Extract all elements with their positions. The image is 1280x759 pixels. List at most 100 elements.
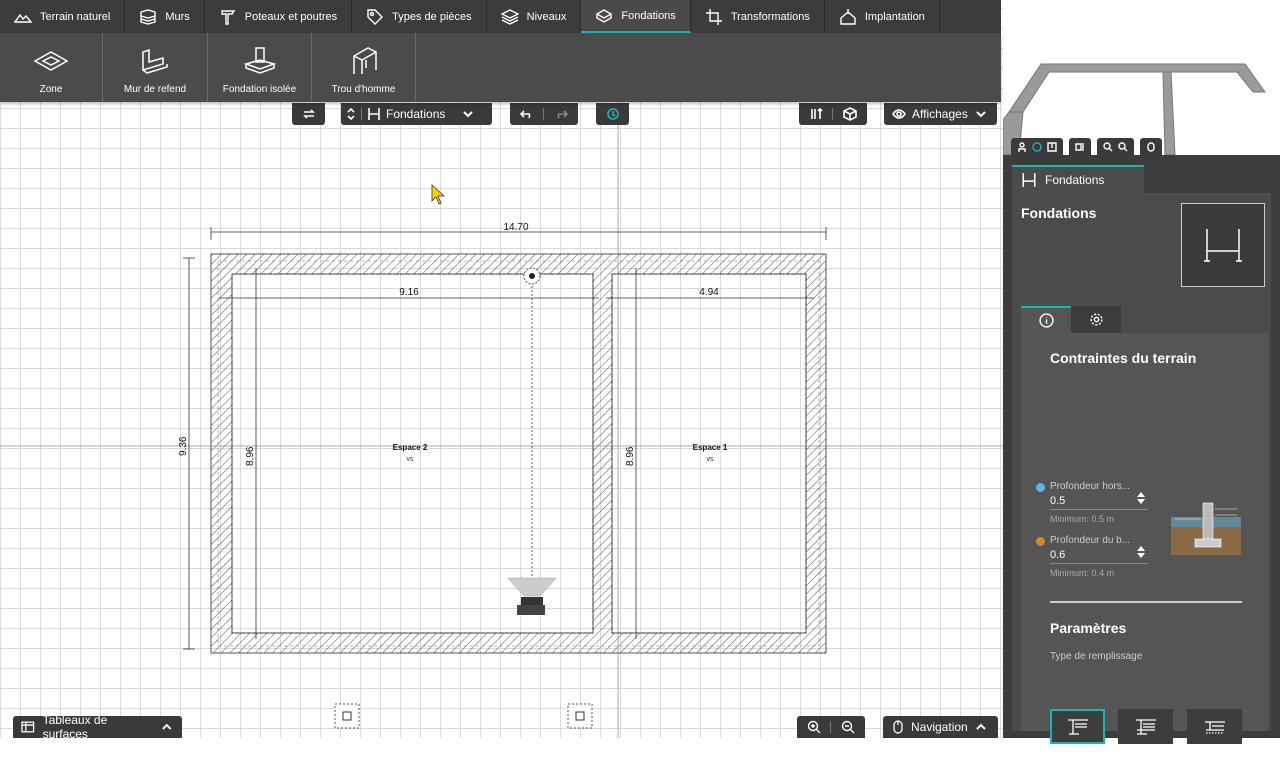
section-divider (1050, 601, 1242, 603)
tab-settings[interactable] (1071, 306, 1121, 333)
crawlspace-icon (1067, 718, 1088, 735)
3d-view-button[interactable] (833, 103, 867, 125)
terrain-icon (14, 13, 32, 23)
anchor-marker-icon[interactable] (567, 703, 593, 729)
beam-icon (221, 9, 236, 25)
plan-icon (1047, 141, 1057, 152)
info-section: Contraintes du terrain Profondeur hors..… (1021, 333, 1268, 758)
isolated-foundation-icon (243, 47, 276, 74)
layers-icon (500, 8, 519, 25)
zoom-out-icon (841, 720, 855, 734)
crop-icon (705, 8, 722, 25)
camera-icon[interactable] (507, 577, 557, 615)
tab-niveaux[interactable]: Niveaux (487, 0, 582, 33)
displays-label: Affichages (912, 107, 968, 121)
dim-room2-width: 9.16 (399, 287, 419, 298)
tool-zone[interactable]: Zone (0, 33, 103, 102)
fill-option-terre-plein[interactable] (1187, 709, 1242, 744)
drawing-canvas[interactable]: 14.70 9.16 4.94 9.36 8.96 8.96 Espace 2 … (0, 0, 1003, 738)
dim-room1-width: 4.94 (699, 287, 719, 298)
preview-zoom-group[interactable] (1097, 138, 1134, 155)
foundation-depth-diagram (1171, 502, 1241, 555)
redo-button[interactable] (544, 103, 578, 125)
section-parameters-title: Paramètres (1050, 620, 1127, 636)
dim-room2-height: 8.96 (245, 446, 256, 466)
tab-murs[interactable]: Murs (125, 0, 205, 33)
chevron-down-icon (463, 111, 473, 118)
sort-levels-icon (810, 107, 823, 119)
fill-option-vide-sanitaire[interactable] (1050, 709, 1105, 744)
outer-wall[interactable] (210, 253, 827, 654)
tool-trou-dhomme[interactable]: Trou d'homme (312, 33, 416, 102)
3d-frame-illustration (1003, 63, 1280, 155)
gear-icon (1089, 313, 1103, 326)
stepper-icon[interactable] (1136, 545, 1146, 559)
tab-fondations[interactable]: Fondations (581, 0, 691, 33)
surfaces-table-button[interactable]: Tableaux de surfaces (13, 713, 182, 738)
main-tabs: Terrain naturel Murs Poteaux et poutres … (0, 0, 1001, 33)
dim-total-width: 14.70 (503, 222, 528, 233)
depth-frost-field[interactable]: Profondeur hors... 0.5 Minimum: 0.5 m (1050, 481, 1148, 524)
foundation-icon (1022, 173, 1036, 187)
levels-icon (1075, 142, 1084, 151)
levels-button[interactable] (799, 103, 832, 125)
right-panel: Fondations Fondations Contraintes du ter… (1003, 0, 1280, 758)
tool-fondation-isolee[interactable]: Fondation isolée (208, 33, 312, 102)
tab-implantation[interactable]: Implantation (825, 0, 940, 33)
navigation-label: Navigation (911, 720, 968, 734)
zoom-in-button[interactable] (797, 720, 830, 734)
north-marker-icon[interactable] (334, 703, 360, 729)
swap-button[interactable] (292, 103, 325, 125)
room2-name[interactable]: Espace 2 (393, 443, 428, 452)
foundation-tools: Zone Mur de refend Fondation isolée Trou… (0, 33, 1001, 102)
mouse-icon (893, 720, 903, 734)
tag-icon (367, 8, 384, 25)
room1-name[interactable]: Espace 1 (693, 443, 728, 452)
tab-types-pieces[interactable]: Types de pièces (352, 0, 487, 33)
room1-type: vs (707, 456, 715, 463)
3d-preview[interactable] (1003, 0, 1280, 155)
snap-button[interactable] (596, 103, 629, 125)
fill-type-label: Type de remplissage (1050, 651, 1143, 662)
foundation-icon (595, 8, 613, 23)
depth-base-field[interactable]: Profondeur du b... 0.6 Minimum: 0.4 m (1050, 535, 1148, 578)
tab-info[interactable] (1021, 306, 1071, 333)
fill-label-vide-technique: Vide technique (1113, 748, 1178, 758)
mode-select[interactable]: Fondations (341, 103, 492, 125)
fill-label-terre-plein: Terre-plein (1191, 748, 1238, 758)
tab-terrain-naturel[interactable]: Terrain naturel (0, 0, 126, 33)
displays-dropdown[interactable]: Affichages (884, 103, 997, 125)
zoom-out-button[interactable] (831, 720, 865, 734)
mouse-icon (1147, 141, 1155, 152)
bricks-icon (140, 8, 157, 25)
preview-view-group[interactable] (1011, 138, 1063, 155)
slab-on-grade-icon (1204, 720, 1225, 734)
tab-poteaux-poutres[interactable]: Poteaux et poutres (205, 0, 353, 33)
preview-navigation-button[interactable] (1140, 138, 1162, 155)
surfaces-label: Tableaux de surfaces (42, 713, 108, 738)
panel-tab-fondations[interactable]: Fondations (1012, 165, 1144, 193)
redo-icon (557, 110, 568, 119)
dim-total-height: 9.36 (178, 436, 189, 456)
technical-void-icon (1135, 718, 1156, 735)
mode-label: Fondations (386, 107, 446, 121)
tool-mur-de-refend[interactable]: Mur de refend (103, 33, 208, 102)
zoom-in-icon (807, 720, 820, 734)
table-icon (21, 721, 35, 733)
fill-option-vide-technique[interactable] (1118, 709, 1173, 744)
tab-transformations[interactable]: Transformations (691, 0, 825, 33)
chevron-down-icon (976, 111, 986, 118)
panel-title: Fondations (1021, 205, 1097, 221)
foundation-icon (1204, 229, 1242, 262)
cube-icon (843, 107, 857, 121)
preview-levels-button[interactable] (1069, 138, 1091, 155)
navigation-button[interactable]: Navigation (883, 716, 998, 738)
zoom-out-icon (1118, 141, 1128, 151)
foundation-icon (368, 108, 380, 120)
panel-body: Fondations Contraintes du terrain Profon… (1012, 193, 1271, 758)
stepper-icon[interactable] (1136, 491, 1146, 505)
view-tools-group (799, 103, 867, 125)
undo-button[interactable] (510, 103, 543, 125)
properties-panel: Fondations Fondations Contraintes du ter… (1003, 155, 1280, 758)
target-handle-icon[interactable] (523, 267, 541, 285)
